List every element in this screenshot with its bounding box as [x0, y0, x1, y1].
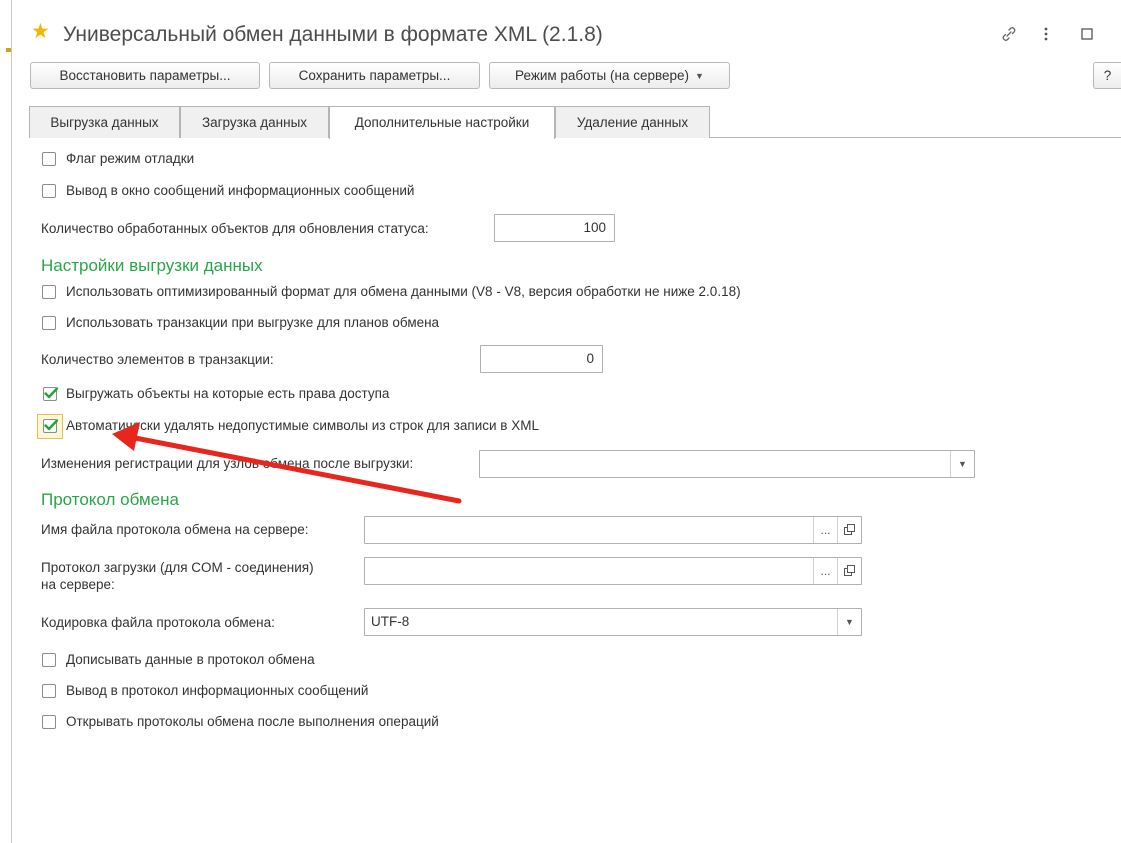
status-count-label: Количество обработанных объектов для обн…	[41, 221, 429, 236]
checkmark-icon	[44, 419, 59, 431]
ellipsis-icon: ...	[820, 523, 831, 537]
debug-flag-label: Флаг режим отладки	[66, 151, 195, 166]
info-messages-label: Вывод в окно сообщений информационных со…	[66, 183, 415, 198]
transaction-count-label: Количество элементов в транзакции:	[41, 352, 274, 367]
left-marker	[6, 48, 11, 52]
use-transactions-checkbox[interactable]	[42, 316, 56, 330]
work-mode-label: Режим работы (на сервере)	[515, 68, 690, 83]
tab-export[interactable]: Выгрузка данных	[29, 106, 180, 138]
encoding-value: UTF-8	[371, 614, 410, 629]
optimized-format-checkbox[interactable]	[42, 285, 56, 299]
save-params-button[interactable]: Сохранить параметры...	[269, 62, 480, 89]
com-log-label-line1: Протокол загрузки (для COM - соединения)	[41, 560, 314, 575]
encoding-label: Кодировка файла протокола обмена:	[41, 615, 275, 630]
tab-import[interactable]: Загрузка данных	[180, 106, 329, 138]
protocol-title: Протокол обмена	[41, 490, 179, 509]
work-mode-button[interactable]: Режим работы (на сервере) ▼	[489, 62, 730, 89]
maximize-icon[interactable]	[1081, 28, 1093, 44]
com-log-input[interactable]: ...	[364, 557, 862, 585]
select-file-button[interactable]: ...	[813, 517, 837, 543]
append-data-label: Дописывать данные в протокол обмена	[66, 652, 315, 667]
use-transactions-label: Использовать транзакции при выгрузке для…	[66, 315, 440, 330]
open-protocols-checkbox[interactable]	[42, 715, 56, 729]
tab-delete[interactable]: Удаление данных	[555, 106, 710, 138]
remove-invalid-chars-label: Автоматически удалять недопустимые симво…	[66, 418, 539, 433]
com-log-label-line2: на сервере:	[41, 577, 115, 592]
checkmark-icon	[44, 387, 59, 399]
window-title: Универсальный обмен данными в формате XM…	[63, 23, 603, 46]
registration-changes-label: Изменения регистрации для узлов обмена п…	[41, 456, 414, 471]
open-icon[interactable]	[837, 558, 861, 584]
chevron-down-icon: ▼	[695, 71, 704, 81]
export-settings-title: Настройки выгрузки данных	[41, 256, 263, 275]
help-button[interactable]: ?	[1093, 62, 1121, 89]
restore-params-button[interactable]: Восстановить параметры...	[30, 62, 260, 89]
chevron-down-icon[interactable]: ▼	[950, 451, 974, 477]
access-rights-label: Выгружать объекты на которые есть права …	[66, 386, 390, 401]
ellipsis-icon: ...	[820, 564, 831, 578]
tab-additional-settings[interactable]: Дополнительные настройки	[329, 106, 555, 139]
remove-invalid-chars-checkbox[interactable]	[43, 419, 59, 433]
debug-flag-checkbox[interactable]	[42, 152, 56, 166]
server-log-label: Имя файла протокола обмена на сервере:	[41, 522, 309, 537]
info-to-protocol-checkbox[interactable]	[42, 684, 56, 698]
link-icon[interactable]	[1000, 25, 1018, 47]
optimized-format-label: Использовать оптимизированный формат для…	[66, 284, 741, 299]
info-to-protocol-label: Вывод в протокол информационных сообщени…	[66, 683, 369, 698]
status-count-input[interactable]: 100	[494, 214, 615, 242]
favorite-star-icon[interactable]: ★	[31, 21, 51, 42]
transaction-count-input[interactable]: 0	[480, 345, 603, 373]
left-border	[0, 0, 12, 843]
info-messages-checkbox[interactable]	[42, 184, 56, 198]
open-icon[interactable]	[837, 517, 861, 543]
more-vertical-icon[interactable]	[1043, 26, 1049, 46]
encoding-select[interactable]: UTF-8 ▼	[364, 608, 862, 636]
registration-changes-select[interactable]: ▼	[479, 450, 975, 478]
server-log-input[interactable]: ...	[364, 516, 862, 544]
chevron-down-icon[interactable]: ▼	[837, 609, 861, 635]
open-protocols-label: Открывать протоколы обмена после выполне…	[66, 714, 439, 729]
access-rights-checkbox[interactable]	[43, 387, 59, 401]
append-data-checkbox[interactable]	[42, 653, 56, 667]
select-file-button[interactable]: ...	[813, 558, 837, 584]
